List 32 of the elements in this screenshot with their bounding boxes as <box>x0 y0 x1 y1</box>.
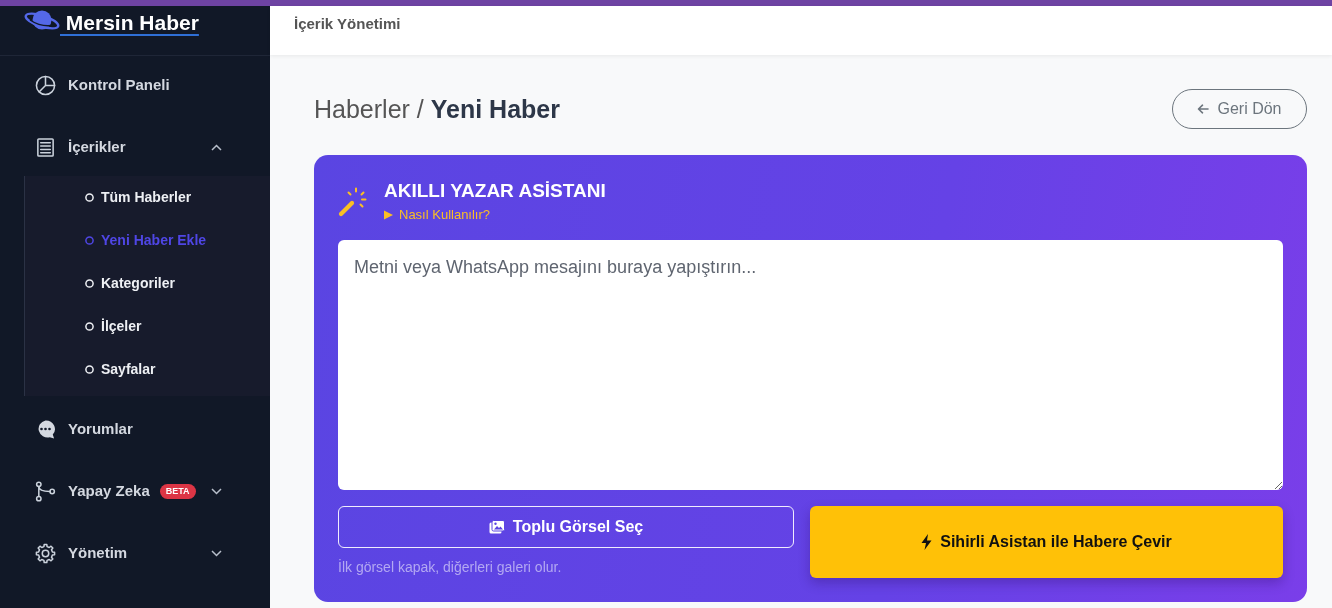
sidebar-item[interactable]: Yorumlar <box>0 400 270 458</box>
beta-badge: BETA <box>159 483 196 499</box>
document-icon <box>35 136 56 158</box>
sidebar-item[interactable]: Yapay Zeka BETA <box>0 462 270 520</box>
submenu-item[interactable]: Tüm Haberler <box>25 176 270 219</box>
branch-icon <box>35 480 56 502</box>
circle-bullet-icon <box>85 365 94 374</box>
sidebar-item[interactable]: Kontrol Paneli <box>0 56 270 114</box>
images-icon <box>488 520 505 534</box>
circle-bullet-icon <box>85 279 94 288</box>
magic-wand-icon <box>338 185 367 217</box>
settings-icon <box>35 542 56 564</box>
convert-button[interactable]: Sihirli Asistan ile Habere Çevir <box>810 506 1283 578</box>
image-hint: İlk görsel kapak, diğerleri galeri olur. <box>338 558 563 577</box>
help-toggle[interactable]: Nasıl Kullanılır? <box>384 206 491 223</box>
circle-bullet-icon <box>85 322 94 331</box>
circle-bullet-icon <box>85 193 94 202</box>
circle-bullet-icon <box>85 236 94 245</box>
sidebar-item[interactable]: Yönetim <box>0 524 270 582</box>
lightning-icon <box>921 534 933 550</box>
dashboard-icon <box>35 74 56 96</box>
assistant-title: AKILLI YAZAR ASİSTANI <box>384 179 606 202</box>
message-input[interactable]: Metni veya WhatsApp mesajını buraya yapıştırın... <box>338 240 1283 490</box>
sidebar-item[interactable]: İçerikler <box>0 118 270 176</box>
header-title: İçerik Yönetimi <box>294 15 401 32</box>
submenu-item[interactable]: Sayfalar <box>25 348 270 391</box>
submenu-item[interactable]: İlçeler <box>25 305 270 348</box>
submenu-item[interactable]: Kategoriler <box>25 262 270 305</box>
brand-link[interactable]: Mersin Haber <box>24 11 199 34</box>
page-title: Haberler / Yeni Haber <box>314 94 560 124</box>
arrow-left-icon <box>1197 104 1210 114</box>
select-images-button[interactable]: Toplu Görsel Seç <box>338 506 794 548</box>
